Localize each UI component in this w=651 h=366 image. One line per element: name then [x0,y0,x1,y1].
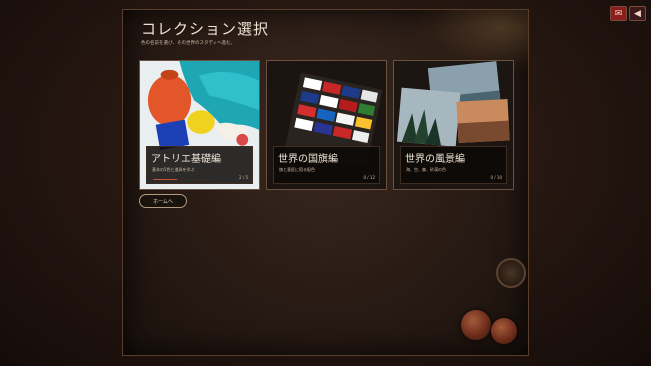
decorative-wax-seal [461,310,491,340]
decorative-wax-seal [491,318,517,344]
mail-button[interactable]: ✉ [610,6,627,21]
card-info: 世界の国旗編 旗と意匠に宿る配色 0 / 12 [273,146,380,184]
speaker-icon: ◀ [634,8,641,19]
collection-card-landscapes[interactable]: 世界の風景編 海、空、森、砂漠の色 0 / 10 [393,60,514,190]
page-subtitle: 色の名前を選び、その世界のスタディへ進む。 [141,41,236,46]
collection-list: アトリエ基礎編 基本の5色と道具を学ぶ 2 / 5 世界の国旗編 旗と意匠に宿る… [139,60,514,192]
home-button[interactable]: ホームへ [139,194,187,208]
progress-count: 2 / 5 [239,175,248,180]
card-title: 世界の風景編 [405,154,465,165]
progress-bar [153,178,213,180]
sound-toggle-button[interactable]: ◀ [629,6,646,21]
card-description: 基本の5色と道具を学ぶ [152,167,195,172]
progress-count: 0 / 10 [490,175,502,180]
page-title: コレクション選択 [141,20,270,38]
card-info: 世界の風景編 海、空、森、砂漠の色 0 / 10 [400,146,507,184]
card-info: アトリエ基礎編 基本の5色と道具を学ぶ 2 / 5 [146,146,253,184]
collection-card-flags[interactable]: 世界の国旗編 旗と意匠に宿る配色 0 / 12 [266,60,387,190]
card-title: アトリエ基礎編 [151,154,221,165]
progress-fill [153,178,177,180]
collection-card-atelier[interactable]: アトリエ基礎編 基本の5色と道具を学ぶ 2 / 5 [139,60,260,190]
collection-panel: コレクション選択 色の名前を選び、その世界のスタディへ進む。 アトリエ基礎編 基… [122,9,529,356]
mail-icon: ✉ [614,8,623,19]
card-description: 旗と意匠に宿る配色 [279,167,315,172]
card-description: 海、空、森、砂漠の色 [406,167,446,172]
progress-count: 0 / 12 [363,175,375,180]
card-title: 世界の国旗編 [278,154,338,165]
decorative-ornament [496,258,526,288]
